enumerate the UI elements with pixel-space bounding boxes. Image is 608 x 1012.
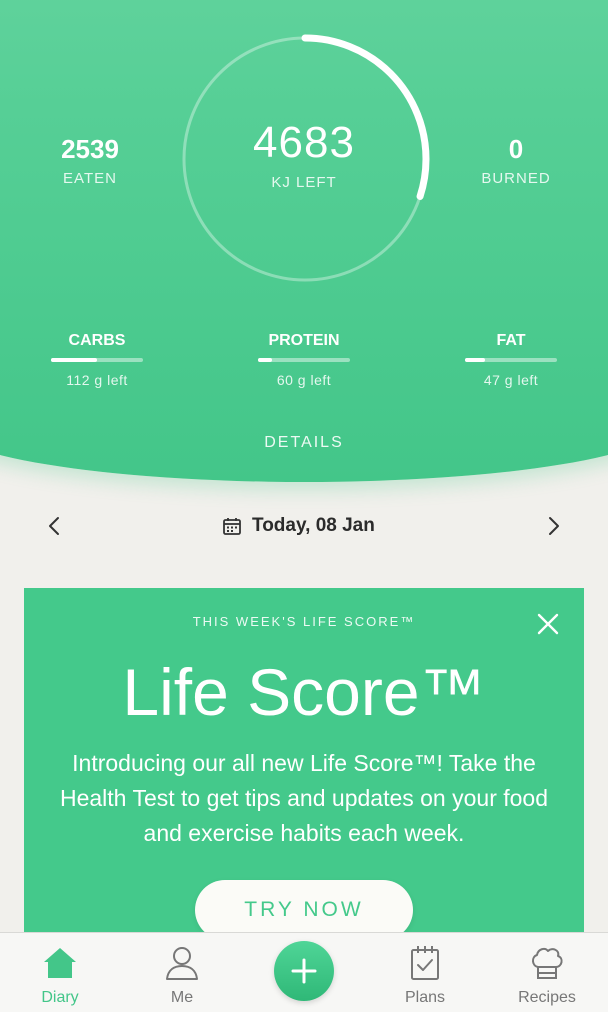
chef-hat-icon [532,947,563,979]
home-icon [44,948,76,978]
details-button[interactable]: DETAILS [234,434,374,452]
nav-label: Plans [404,989,446,1006]
macro-bar [51,358,143,362]
macro-carbs: CARBS 112 g left [51,332,143,388]
macro-name: PROTEIN [268,332,340,349]
nav-label: Me [170,989,194,1006]
eaten-value: 2539 [61,134,119,164]
macro-bar-fill [465,358,486,362]
date-selector: Today, 08 Jan [0,505,608,549]
macro-bar [258,358,350,362]
kj-left-value: 4683 [253,118,355,167]
plus-icon [291,958,317,984]
close-icon[interactable] [536,612,560,636]
nav-label: Diary [41,989,79,1006]
try-now-button[interactable]: TRY NOW [195,880,413,940]
chevron-left-icon[interactable] [42,513,68,539]
diary-screen: 4683 KJ LEFT 2539 EATEN 0 BURNED CARBS 1… [0,0,608,1012]
card-eyebrow: THIS WEEK'S LIFE SCORE™ [192,614,416,629]
nav-item-me[interactable]: Me [132,943,232,1007]
macro-bar-fill [51,358,97,362]
date-label: Today, 08 Jan [252,515,375,536]
macro-remaining: 60 g left [276,372,332,388]
macro-name: FAT [496,332,526,349]
nav-item-recipes[interactable]: Recipes [497,943,597,1007]
burned-label: BURNED [481,170,551,187]
life-score-card: THIS WEEK'S LIFE SCORE™ Life Score™ Intr… [24,588,584,948]
macro-name: CARBS [68,332,126,349]
macro-fat: FAT 47 g left [465,332,557,388]
person-icon [166,947,198,980]
nav-item-diary[interactable]: Diary [10,943,110,1007]
card-description: Introducing our all new Life Score™! Tak… [59,750,549,846]
add-entry-button[interactable] [274,941,334,1001]
macro-bar [465,358,557,362]
clipboard-check-icon [411,946,439,980]
kj-left-label: KJ LEFT [271,174,337,191]
macro-bar-fill [258,358,272,362]
nav-item-plans[interactable]: Plans [375,943,475,1007]
macro-remaining: 112 g left [66,372,128,388]
macro-protein: PROTEIN 60 g left [258,332,350,388]
summary-panel: 4683 KJ LEFT 2539 EATEN 0 BURNED CARBS 1… [0,0,608,482]
chevron-right-icon[interactable] [540,513,566,539]
burned-value: 0 [508,134,524,164]
macro-remaining: 47 g left [483,372,539,388]
card-title: Life Score™ [122,655,486,729]
eaten-label: EATEN [63,170,117,187]
date-display[interactable]: Today, 08 Jan [222,515,375,537]
calendar-icon [223,518,241,535]
nav-label: Recipes [518,989,576,1006]
